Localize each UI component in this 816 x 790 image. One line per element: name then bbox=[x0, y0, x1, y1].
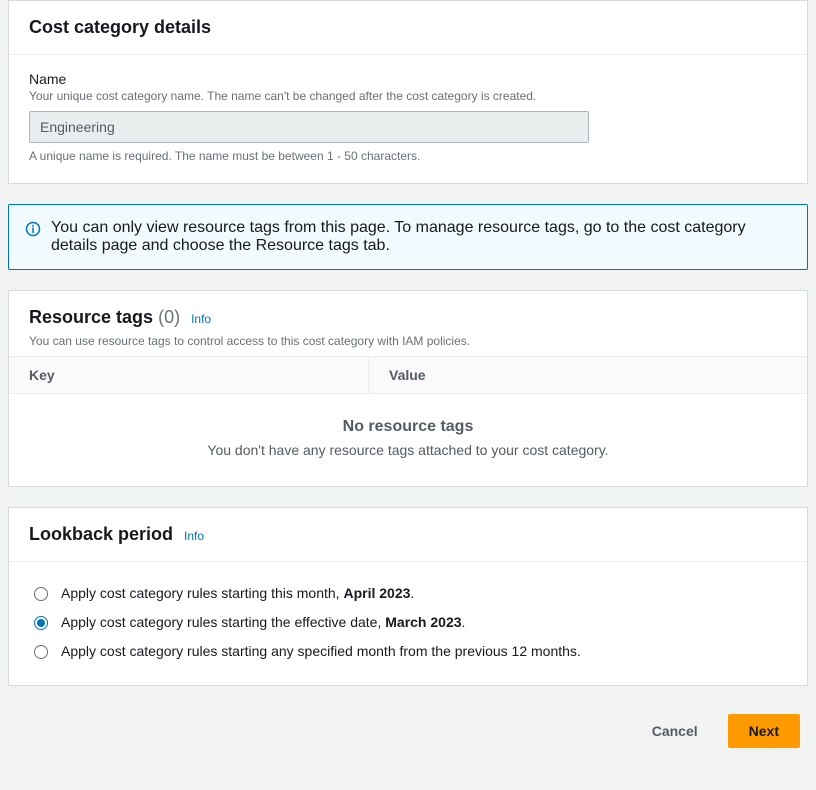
cost-category-details-panel: Cost category details Name Your unique c… bbox=[8, 0, 808, 184]
resource-tags-title: Resource tags (0) Info bbox=[29, 307, 787, 328]
tags-col-key: Key bbox=[9, 357, 369, 393]
name-constraint: A unique name is required. The name must… bbox=[29, 149, 787, 163]
lookback-radio-1[interactable] bbox=[34, 616, 48, 630]
lookback-radio-0[interactable] bbox=[34, 587, 48, 601]
lookback-radio-2[interactable] bbox=[34, 645, 48, 659]
lookback-option-effective-date[interactable]: Apply cost category rules starting the e… bbox=[29, 607, 787, 636]
info-icon bbox=[25, 221, 41, 242]
resource-tags-info-link[interactable]: Info bbox=[191, 312, 211, 326]
tags-table-header: Key Value bbox=[9, 356, 807, 394]
lookback-option-specified-month[interactable]: Apply cost category rules starting any s… bbox=[29, 636, 787, 665]
resource-tags-count: (0) bbox=[158, 307, 180, 327]
info-alert-text: You can only view resource tags from thi… bbox=[51, 219, 791, 255]
cancel-button[interactable]: Cancel bbox=[632, 714, 718, 748]
cost-category-title: Cost category details bbox=[29, 17, 787, 38]
name-label: Name bbox=[29, 71, 787, 87]
resource-tags-subtext: You can use resource tags to control acc… bbox=[29, 334, 787, 348]
name-hint: Your unique cost category name. The name… bbox=[29, 89, 787, 103]
tags-empty-sub: You don't have any resource tags attache… bbox=[29, 442, 787, 458]
next-button[interactable]: Next bbox=[728, 714, 800, 748]
lookback-option-this-month[interactable]: Apply cost category rules starting this … bbox=[29, 578, 787, 607]
lookback-title: Lookback period Info bbox=[29, 524, 787, 545]
tags-empty-title: No resource tags bbox=[29, 418, 787, 436]
wizard-footer: Cancel Next bbox=[8, 706, 808, 748]
resource-tags-info-alert: You can only view resource tags from thi… bbox=[8, 204, 808, 270]
name-input[interactable] bbox=[29, 111, 589, 143]
tags-col-value: Value bbox=[369, 357, 807, 393]
resource-tags-panel: Resource tags (0) Info You can use resou… bbox=[8, 290, 808, 487]
lookback-panel: Lookback period Info Apply cost category… bbox=[8, 507, 808, 686]
tags-empty-state: No resource tags You don't have any reso… bbox=[9, 394, 807, 486]
lookback-info-link[interactable]: Info bbox=[184, 529, 204, 543]
